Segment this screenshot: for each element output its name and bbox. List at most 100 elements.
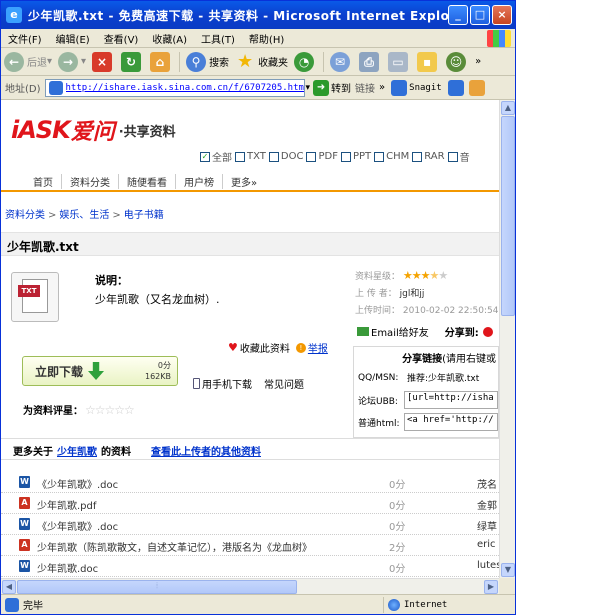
messenger-button[interactable]: ☺ <box>443 51 472 72</box>
file-name[interactable]: 少年凯歌.doc <box>37 560 98 575</box>
filter-chm-checkbox[interactable] <box>374 151 385 162</box>
go-button[interactable]: ➜ 转到 <box>313 79 351 96</box>
search-icon: ⚲ <box>186 51 207 72</box>
rate-stars[interactable]: ☆☆☆☆☆ <box>85 403 135 417</box>
description-text: 少年凯歌（又名龙血树）. <box>95 293 220 306</box>
nav-more[interactable]: 更多» <box>223 174 265 189</box>
favorites-button[interactable]: ★ 收藏夹 <box>232 51 291 72</box>
menu-edit[interactable]: 编辑(E) <box>49 31 97 46</box>
filter-ppt-checkbox[interactable] <box>340 151 351 162</box>
file-name[interactable]: 《少年凯歌》.doc <box>37 476 118 491</box>
uploader-row: 上 传 者： jgl和jj <box>355 286 498 303</box>
file-points: 0分 <box>389 501 406 512</box>
forward-dropdown-icon[interactable]: ▾ <box>81 56 86 67</box>
collect-link[interactable]: 收藏此资料 <box>240 340 290 355</box>
share-qq-input[interactable]: 推荐:少年凯歌.txt <box>404 369 498 387</box>
list-item[interactable]: W 少年凯歌.doc 0分 lutes <box>1 556 499 577</box>
snagit-capture-icon[interactable] <box>447 79 464 96</box>
file-user[interactable]: 绿草 <box>477 518 497 533</box>
list-item[interactable]: A 少年凯歌.pdf 0分 金郭 <box>1 493 499 514</box>
page-icon <box>48 80 63 95</box>
file-name[interactable]: 《少年凯歌》.doc <box>37 518 118 533</box>
filter-txt-checkbox[interactable] <box>235 151 245 162</box>
breadcrumb-entertainment[interactable]: 娱乐、生活 <box>59 210 109 221</box>
mobile-download-link[interactable]: 用手机下载 <box>202 376 252 391</box>
close-button[interactable]: × <box>492 5 512 25</box>
heart-icon: ♥ <box>228 341 238 354</box>
maximize-button[interactable]: □ <box>470 5 490 25</box>
uploader-other-files-link[interactable]: 查看此上传者的其他资料 <box>151 447 261 458</box>
file-user[interactable]: eric <box>477 539 496 550</box>
nav-home[interactable]: 首页 <box>25 173 62 189</box>
uploader-name[interactable]: jgl和jj <box>400 289 425 299</box>
nav-user-rank[interactable]: 用户榜 <box>176 173 223 189</box>
file-name[interactable]: 少年凯歌.pdf <box>37 497 96 512</box>
title-bar[interactable]: e 少年凯歌.txt - 免费高速下载 - 共享资料 - Microsoft I… <box>1 1 515 29</box>
address-input[interactable]: http://ishare.iask.sina.com.cn/f/6707205… <box>44 78 305 97</box>
menu-file[interactable]: 文件(F) <box>1 31 49 46</box>
file-user[interactable]: lutes <box>477 560 499 571</box>
toolbar-more[interactable]: » <box>472 56 484 67</box>
rate-label: 为资料评星： <box>23 406 83 417</box>
home-button[interactable]: ⌂ <box>147 51 176 72</box>
menu-help[interactable]: 帮助(H) <box>242 31 291 46</box>
snagit-button[interactable]: Snagit <box>391 79 442 96</box>
nav-categories[interactable]: 资料分类 <box>62 173 119 189</box>
file-user[interactable]: 金郭 <box>477 497 497 512</box>
address-dropdown-icon[interactable]: ▾ <box>306 83 311 93</box>
forward-button[interactable]: → ▾ <box>55 51 89 72</box>
faq-link[interactable]: 常见问题 <box>264 376 304 391</box>
mail-button[interactable]: ✉ <box>327 51 356 72</box>
breadcrumb-categories[interactable]: 资料分类 <box>5 210 45 221</box>
discuss-button[interactable]: ▪ <box>414 51 443 72</box>
scroll-up-icon[interactable]: ▲ <box>501 101 515 115</box>
menu-view[interactable]: 查看(V) <box>97 31 146 46</box>
vertical-scrollbar[interactable]: ▲ ▼ <box>499 100 515 578</box>
breadcrumb-separator: > <box>112 210 121 221</box>
file-name[interactable]: 少年凯歌（陈凯歌散文，自述文革记忆），港版名为《龙血树》 <box>37 539 312 554</box>
share-ubb-input[interactable]: [url=http://isha <box>404 391 498 409</box>
horizontal-scrollbar[interactable]: ◀ ⦙ ▶ <box>1 578 499 594</box>
scroll-left-icon[interactable]: ◀ <box>2 580 16 594</box>
nav-random[interactable]: 随便看看 <box>119 173 176 189</box>
refresh-icon: ↻ <box>121 51 142 72</box>
back-button[interactable]: ← 后退 ▾ <box>1 51 55 72</box>
share-html-input[interactable]: <a href='http:// <box>404 413 498 431</box>
search-button[interactable]: ⚲ 搜索 <box>183 51 232 72</box>
related-keyword-link[interactable]: 少年凯歌 <box>57 447 97 458</box>
links-label[interactable]: 链接 <box>355 80 375 95</box>
links-more[interactable]: » <box>379 82 385 93</box>
snagit-editor-icon[interactable] <box>468 79 485 96</box>
filter-doc-checkbox[interactable] <box>268 151 279 162</box>
share-row-qq: QQ/MSN: 推荐:少年凯歌.txt <box>354 367 498 389</box>
list-item[interactable]: A 少年凯歌（陈凯歌散文，自述文革记忆），港版名为《龙血树》 2分 eric <box>1 535 499 556</box>
file-points: 0分 <box>389 480 406 491</box>
file-user[interactable]: 茂名 <box>477 476 497 491</box>
refresh-button[interactable]: ↻ <box>118 51 147 72</box>
history-button[interactable]: ◔ <box>291 51 320 72</box>
breadcrumb-ebooks[interactable]: 电子书籍 <box>124 210 164 221</box>
scroll-down-icon[interactable]: ▼ <box>501 563 515 577</box>
filter-all-checkbox[interactable]: ✓ <box>200 151 210 162</box>
filter-rar-checkbox[interactable] <box>412 151 423 162</box>
filter-audio-checkbox[interactable] <box>447 151 458 162</box>
edit-button[interactable]: ▭ <box>385 51 414 72</box>
scroll-right-icon[interactable]: ▶ <box>484 580 498 594</box>
download-button[interactable]: 立即下载 0分 162KB <box>22 356 178 386</box>
uploader-label: 上 传 者： <box>355 289 397 299</box>
horizontal-scroll-thumb[interactable]: ⦙ <box>17 580 297 594</box>
weibo-icon[interactable] <box>482 326 493 337</box>
site-logo[interactable]: iASK 爱问 ·共享资料 <box>11 114 176 146</box>
list-item[interactable]: W 《少年凯歌》.doc 0分 绿草 <box>1 514 499 535</box>
print-button[interactable]: ⎙ <box>356 51 385 72</box>
filter-pdf-checkbox[interactable] <box>306 151 317 162</box>
menu-favorites[interactable]: 收藏(A) <box>145 31 194 46</box>
stop-button[interactable]: × <box>89 51 118 72</box>
email-friend-link[interactable]: Email给好友 <box>371 324 429 339</box>
vertical-scroll-thumb[interactable] <box>501 116 515 316</box>
report-link[interactable]: 举报 <box>308 340 328 355</box>
menu-tools[interactable]: 工具(T) <box>194 31 242 46</box>
back-dropdown-icon[interactable]: ▾ <box>47 56 52 67</box>
list-item[interactable]: W 《少年凯歌》.doc 0分 茂名 <box>1 472 499 493</box>
minimize-button[interactable]: _ <box>448 5 468 25</box>
